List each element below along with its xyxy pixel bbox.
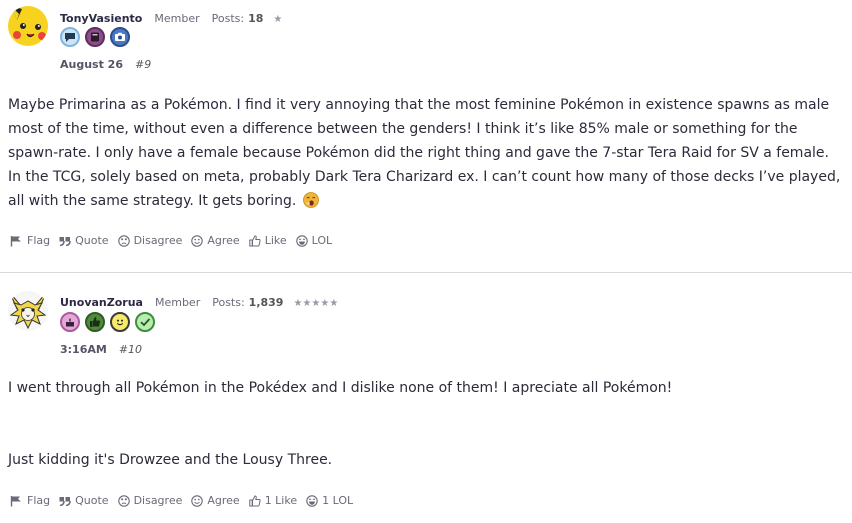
flag-button[interactable]: Flag [10, 234, 50, 247]
post-date-text[interactable]: 3:16AM [60, 343, 107, 356]
lol-button[interactable]: 1 LOL [306, 494, 353, 507]
flag-icon [10, 495, 21, 506]
checkmark-icon[interactable] [135, 312, 155, 332]
quote-label: Quote [75, 234, 109, 247]
post-9: TonyVasiento Member Posts: 18 ★ August 2… [0, 0, 852, 272]
username[interactable]: TonyVasiento [60, 12, 142, 25]
agree-label: Agree [207, 494, 240, 507]
post-paragraph: Maybe Primarina as a Pokémon. I find it … [8, 93, 844, 213]
badge-row [60, 312, 155, 332]
disagree-button[interactable]: Disagree [117, 494, 183, 507]
lol-button[interactable]: LOL [295, 234, 333, 247]
thumbs-up-icon[interactable] [85, 312, 105, 332]
rating-stars: ★ [273, 14, 283, 25]
lol-icon [295, 234, 308, 247]
cake-icon[interactable] [60, 312, 80, 332]
quote-label: Quote [75, 494, 109, 507]
post-body: I went through all Pokémon in the Pokéde… [8, 376, 844, 472]
lol-label: 1 LOL [322, 494, 354, 507]
quote-icon [59, 236, 71, 246]
smiley-icon[interactable] [110, 312, 130, 332]
posts-label: Posts: [212, 296, 245, 309]
post-body: Maybe Primarina as a Pokémon. I find it … [8, 93, 844, 213]
post-number[interactable]: #10 [119, 343, 142, 356]
like-icon [248, 234, 261, 246]
flag-label: Flag [27, 234, 51, 247]
avatar[interactable] [8, 6, 48, 46]
posts-count: 1,839 [248, 296, 284, 309]
post-actions: Flag Quote Disagree Agree 1 Like 1 LOL [10, 494, 362, 507]
agree-label: Agree [207, 234, 240, 247]
user-role: Member [154, 12, 200, 25]
flag-label: Flag [27, 494, 51, 507]
like-button[interactable]: 1 Like [248, 494, 298, 507]
post-paragraph: I went through all Pokémon in the Pokéde… [8, 380, 673, 396]
rating-stars: ★★★★★ [293, 298, 339, 309]
flag-button[interactable]: Flag [10, 494, 50, 507]
like-label: Like [264, 234, 287, 247]
quote-button[interactable]: Quote [59, 494, 109, 507]
post-paragraph-empty [8, 424, 844, 448]
flag-icon [10, 235, 21, 246]
speech-bubble-icon[interactable] [60, 27, 80, 47]
post-number[interactable]: #9 [135, 58, 151, 71]
camera-icon[interactable] [110, 27, 130, 47]
badge-row [60, 27, 130, 47]
disagree-icon [117, 234, 130, 247]
post-paragraph: Just kidding it's Drowzee and the Lousy … [8, 452, 333, 468]
avatar[interactable] [8, 291, 48, 331]
quote-icon [59, 496, 71, 506]
book-icon[interactable] [85, 27, 105, 47]
lol-label: LOL [311, 234, 333, 247]
post-divider [0, 272, 852, 273]
agree-button[interactable]: Agree [191, 494, 240, 507]
posts-label: Posts: [211, 12, 245, 25]
quote-button[interactable]: Quote [59, 234, 109, 247]
post-meta: UnovanZorua Member Posts: 1,839 ★★★★★ [60, 296, 338, 309]
disagree-label: Disagree [133, 494, 183, 507]
disagree-button[interactable]: Disagree [117, 234, 183, 247]
agree-icon [191, 234, 204, 247]
disagree-icon [117, 494, 130, 507]
user-role: Member [154, 296, 201, 309]
posts-count: 18 [248, 12, 264, 25]
like-label: 1 Like [264, 494, 298, 507]
username[interactable]: UnovanZorua [60, 296, 143, 309]
disagree-label: Disagree [133, 234, 183, 247]
like-button[interactable]: Like [248, 234, 287, 247]
agree-button[interactable]: Agree [191, 234, 240, 247]
post-paragraph-empty [8, 400, 844, 424]
post-10: UnovanZorua Member Posts: 1,839 ★★★★★ 3:… [0, 282, 852, 523]
post-meta: TonyVasiento Member Posts: 18 ★ [60, 12, 282, 25]
post-date[interactable]: 3:16AM #10 [60, 343, 142, 356]
post-date[interactable]: August 26 #9 [60, 58, 151, 71]
yawning-face-emoji [302, 192, 319, 208]
post-actions: Flag Quote Disagree Agree Like LOL [10, 234, 341, 247]
agree-icon [191, 494, 204, 507]
post-text: Maybe Primarina as a Pokémon. I find it … [8, 97, 841, 209]
like-icon [248, 494, 261, 506]
post-date-text[interactable]: August 26 [60, 58, 123, 71]
lol-icon [306, 494, 318, 507]
